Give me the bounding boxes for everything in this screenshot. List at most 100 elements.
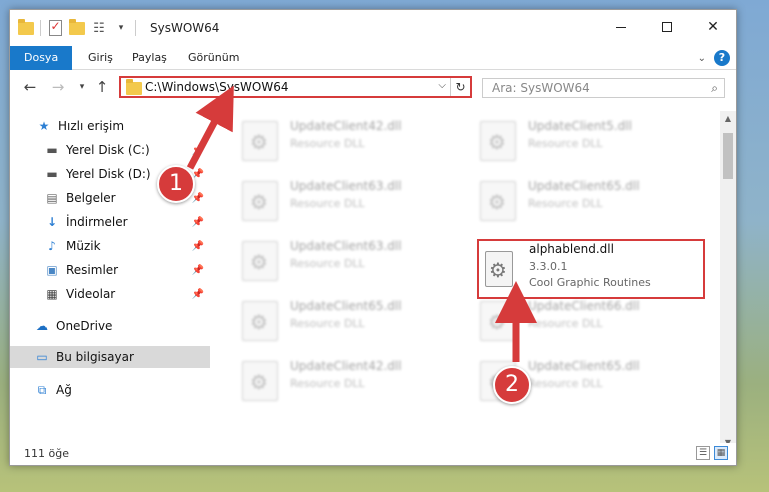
search-icon[interactable]: ⌕ — [711, 81, 718, 96]
pin-icon: 📌 — [191, 288, 204, 300]
properties-icon[interactable] — [47, 19, 63, 36]
close-icon: ✕ — [707, 19, 719, 35]
pin-icon: 📌 — [191, 216, 204, 228]
ribbon-tabs: Dosya Giriş Paylaş Görünüm ⌄ ? — [10, 46, 736, 70]
nav-label: Hızlı erişim — [58, 119, 125, 133]
nav-label: Ağ — [56, 383, 72, 397]
dll-file-icon — [480, 301, 516, 341]
file-item-alphablend[interactable]: alphablend.dll 3.3.0.1 Cool Graphic Rout… — [477, 239, 705, 299]
folder-icon — [18, 18, 34, 36]
dll-file-icon — [242, 241, 278, 281]
drive-icon: ▬ — [46, 143, 58, 157]
close-button[interactable]: ✕ — [690, 10, 736, 44]
network-icon: ⧉ — [37, 382, 47, 397]
file-item[interactable]: UpdateClient65.dll Resource DLL — [234, 295, 454, 343]
download-icon: ↓ — [46, 215, 58, 229]
file-item[interactable]: UpdateClient63.dll Resource DLL — [234, 175, 454, 223]
quick-access-toolbar: ☷ ▾ — [18, 18, 136, 36]
new-folder-icon[interactable] — [69, 18, 85, 36]
documents-icon: ▤ — [46, 191, 58, 205]
pictures-icon: ▣ — [46, 263, 58, 277]
forward-arrow-icon[interactable]: → — [48, 77, 68, 97]
scroll-up-icon[interactable]: ▲ — [720, 111, 736, 127]
nav-label: Resimler — [66, 263, 119, 277]
dll-file-icon — [242, 121, 278, 161]
details-view-icon[interactable]: ☰ — [696, 446, 710, 460]
pin-icon: 📌 — [191, 192, 204, 204]
tab-share[interactable]: Paylaş — [120, 46, 179, 70]
tab-file[interactable]: Dosya — [10, 46, 73, 70]
chevron-down-icon[interactable]: ⌵ — [438, 80, 446, 91]
scroll-thumb[interactable] — [723, 133, 733, 179]
cloud-icon: ☁ — [36, 319, 48, 333]
tab-view[interactable]: Görünüm — [176, 46, 251, 70]
status-bar: 111 öğe ☰ ▦ — [10, 443, 736, 465]
explorer-window: ☷ ▾ SysWOW64 ✕ Dosya Giriş Paylaş Görünü… — [9, 9, 737, 466]
item-count: 111 öğe — [24, 447, 69, 460]
vertical-scrollbar[interactable]: ▲ ▼ — [720, 111, 736, 451]
pin-icon: 📌 — [191, 264, 204, 276]
nav-item-network[interactable]: ⧉ Ağ — [10, 379, 210, 401]
nav-item-this-pc[interactable]: ▭ Bu bilgisayar — [10, 346, 210, 368]
nav-item-local-disk-c[interactable]: ▬ Yerel Disk (C:) 📌 — [10, 139, 210, 161]
dll-file-icon — [242, 301, 278, 341]
file-list: UpdateClient42.dll Resource DLL UpdateCl… — [224, 111, 722, 437]
minimize-button[interactable] — [598, 10, 644, 44]
search-input[interactable]: Ara: SysWOW64 — [492, 81, 590, 95]
pin-icon: 📌 — [191, 240, 204, 252]
dll-file-icon — [485, 251, 513, 287]
customize-dropdown-icon[interactable]: ▾ — [113, 20, 129, 36]
file-item[interactable]: UpdateClient42.dll Resource DLL — [234, 115, 454, 163]
dll-file-icon — [480, 121, 516, 161]
step-1-badge: 1 — [157, 165, 195, 203]
videos-icon: ▦ — [46, 287, 58, 301]
drive-icon: ▬ — [46, 167, 58, 181]
tab-home[interactable]: Giriş — [76, 46, 125, 70]
navigation-pane: ★ Hızlı erişim ▬ Yerel Disk (C:) 📌 ▬ Yer… — [10, 111, 210, 431]
file-item[interactable]: UpdateClient65.dll Resource DLL — [472, 175, 692, 223]
window-controls: ✕ — [598, 10, 736, 44]
address-path[interactable]: C:\Windows\SysWOW64 — [145, 80, 289, 94]
nav-item-pictures[interactable]: ▣ Resimler 📌 — [10, 259, 210, 281]
dll-file-icon — [242, 181, 278, 221]
nav-item-videos[interactable]: ▦ Videolar 📌 — [10, 283, 210, 305]
address-bar[interactable]: C:\Windows\SysWOW64 ⌵ ↻ — [119, 76, 472, 98]
nav-label: İndirmeler — [66, 215, 128, 229]
nav-item-onedrive[interactable]: ☁ OneDrive — [10, 315, 210, 337]
pin-icon: 📌 — [191, 144, 204, 156]
computer-icon: ▭ — [36, 350, 48, 364]
dll-file-icon — [242, 361, 278, 401]
file-item[interactable]: UpdateClient66.dll Resource DLL — [472, 295, 692, 343]
file-name: alphablend.dll — [529, 242, 614, 256]
title-bar: ☷ ▾ SysWOW64 ✕ — [10, 10, 736, 46]
folder-icon — [126, 79, 142, 95]
nav-item-downloads[interactable]: ↓ İndirmeler 📌 — [10, 211, 210, 233]
recent-locations-icon[interactable]: ▾ — [72, 77, 92, 97]
file-description: Cool Graphic Routines — [529, 276, 651, 289]
nav-label: Belgeler — [66, 191, 116, 205]
nav-label: Müzik — [66, 239, 101, 253]
nav-item-quick-access[interactable]: ★ Hızlı erişim — [10, 115, 210, 137]
nav-label: Yerel Disk (D:) — [66, 167, 151, 181]
maximize-icon — [662, 22, 672, 32]
up-arrow-icon[interactable]: ↑ — [92, 77, 112, 97]
nav-item-music[interactable]: ♪ Müzik 📌 — [10, 235, 210, 257]
rename-icon[interactable]: ☷ — [91, 20, 107, 36]
file-item[interactable]: UpdateClient42.dll Resource DLL — [234, 355, 454, 403]
help-icon[interactable]: ? — [714, 50, 730, 66]
file-version: 3.3.0.1 — [529, 260, 568, 273]
window-title: SysWOW64 — [150, 21, 220, 35]
file-item[interactable]: UpdateClient63.dll Resource DLL — [234, 235, 454, 283]
star-icon: ★ — [38, 119, 50, 133]
music-icon: ♪ — [48, 239, 56, 253]
file-item[interactable]: UpdateClient5.dll Resource DLL — [472, 115, 692, 163]
dll-file-icon — [480, 181, 516, 221]
tiles-view-icon[interactable]: ▦ — [714, 446, 728, 460]
maximize-button[interactable] — [644, 10, 690, 44]
back-arrow-icon[interactable]: ← — [20, 77, 40, 97]
nav-label: Bu bilgisayar — [56, 350, 134, 364]
expand-ribbon-icon[interactable]: ⌄ — [698, 53, 706, 64]
search-box[interactable]: Ara: SysWOW64 ⌕ — [482, 78, 725, 98]
nav-label: Videolar — [66, 287, 116, 301]
refresh-icon[interactable]: ↻ — [450, 78, 470, 96]
